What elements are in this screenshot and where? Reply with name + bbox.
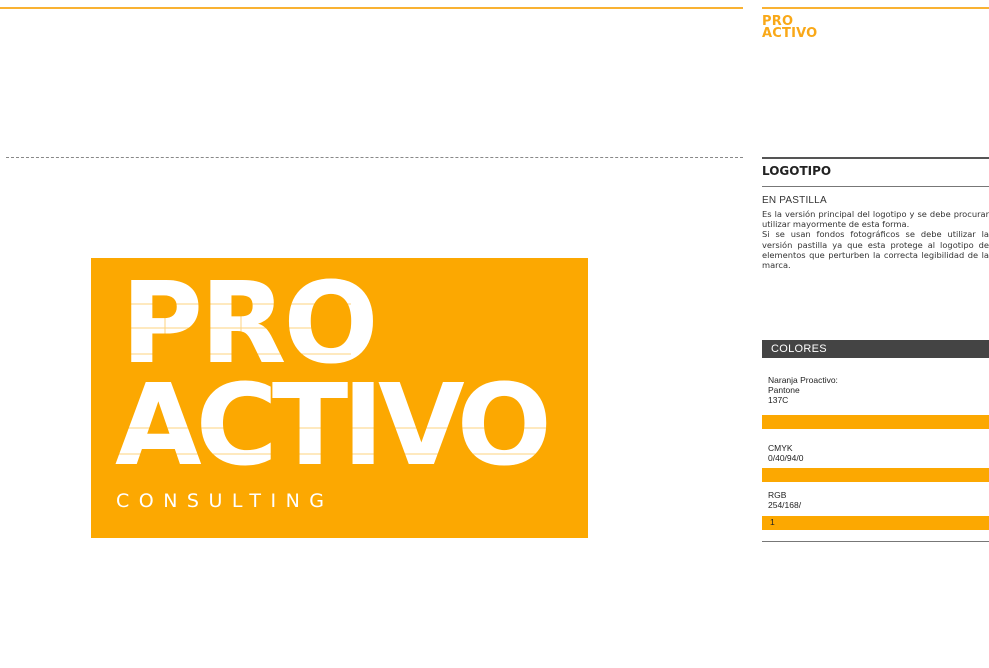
subsection-title: EN PASTILLA (762, 195, 827, 206)
color-label-line: Naranja Proactivo: (768, 375, 838, 385)
top-rule-left (0, 7, 743, 9)
section-title: LOGOTIPO (762, 164, 832, 178)
sidebar-top-rule (762, 157, 989, 159)
color-label-line: 137C (768, 395, 789, 405)
top-rule-right (762, 7, 989, 9)
color-label-line: Pantone (768, 385, 800, 395)
sidebar-bottom-rule (762, 541, 989, 542)
color-label-pantone: Naranja Proactivo: Pantone 137C (768, 375, 838, 405)
logo-construction-guides (115, 298, 571, 455)
color-swatch-cmyk (762, 468, 989, 482)
color-label-line: 0/40/94/0 (768, 453, 804, 463)
swatch-text: 1 (770, 517, 775, 527)
color-label-line: 254/168/ (768, 500, 802, 510)
color-label-line: RGB (768, 490, 787, 500)
section-title-rule (762, 186, 989, 187)
colors-header-bar: COLORES (762, 340, 989, 358)
dotted-divider (6, 157, 743, 158)
color-label-line: CMYK (768, 443, 793, 453)
description-paragraph-1: Es la versión principal del logotipo y s… (762, 209, 989, 230)
color-swatch-pantone (762, 415, 989, 429)
color-label-cmyk: CMYK 0/40/94/0 (768, 443, 803, 463)
header-mini-logo: PRO ACTIVO (762, 15, 818, 41)
logo-pastilla: PRO ACTIVO CONSULTING (91, 258, 588, 538)
mini-logo-line2: ACTIVO (762, 26, 818, 41)
colors-title: COLORES (771, 343, 827, 355)
color-label-rgb: RGB 254/168/ (768, 490, 801, 510)
description-paragraph-2: Si se usan fondos fotográficos se debe u… (762, 229, 989, 271)
color-swatch-rgb: 1 (762, 516, 989, 530)
description-text: Es la versión principal del logotipo y s… (762, 209, 989, 270)
